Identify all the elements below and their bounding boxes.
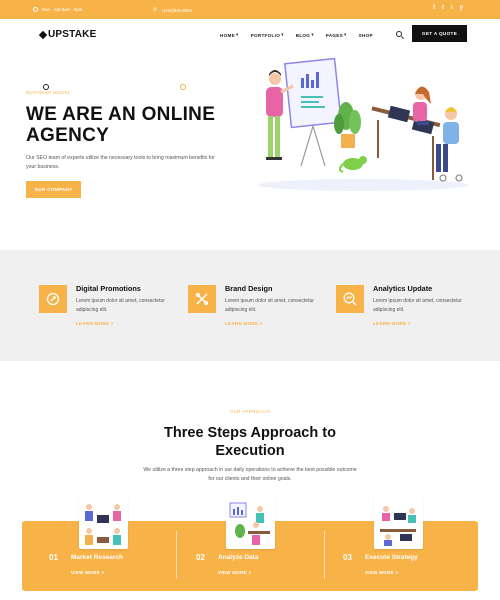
hours-text: Mon - Sat 8am - 8pm <box>42 7 83 12</box>
chevron-down-icon: ▾ <box>311 32 314 37</box>
nav-item-portfolio[interactable]: PORTFOLIO ▾ <box>251 32 284 38</box>
get-quote-button[interactable]: GET A QUOTE <box>412 25 467 42</box>
view-more-link[interactable]: VIEW MORE > <box>365 570 398 575</box>
step-title: Market Research <box>71 554 124 561</box>
feature-text: Lorem ipsum dolor sit amet, consectetur … <box>225 298 314 313</box>
hero-title: WE ARE AN ONLINE AGENCY <box>26 104 216 146</box>
view-more-link[interactable]: VIEW MORE > <box>218 570 251 575</box>
site-logo[interactable]: UPSTAKE <box>38 29 97 40</box>
facebook-icon[interactable]: f <box>433 5 435 11</box>
learn-more-link[interactable]: LEARN MORE > <box>76 321 114 326</box>
features-section: Digital Promotions Lorem ipsum dolor sit… <box>0 250 500 361</box>
execute-strategy-illustration <box>374 497 423 549</box>
business-hours: Mon - Sat 8am - 8pm <box>33 7 82 12</box>
approach-title: Three Steps Approach to Execution <box>164 425 336 459</box>
approach-eyebrow: OUR APPROACH <box>229 409 271 414</box>
worker-woman-figure <box>413 86 431 125</box>
nav-label: PAGES <box>325 32 344 38</box>
phone-icon: ✆ <box>153 7 158 13</box>
megaphone-icon <box>39 285 67 313</box>
nav-item-blog[interactable]: BLOG ▾ <box>296 32 314 38</box>
hero-description: Our SEO team of experts utilize the nece… <box>26 155 215 170</box>
analyze-data-illustration <box>226 497 275 549</box>
youtube-icon[interactable]: y <box>460 5 463 11</box>
feature-text: Lorem ipsum dolor sit amet, consectetur … <box>373 298 462 313</box>
logo-mark-icon <box>38 30 48 39</box>
step-divider <box>324 531 325 579</box>
worker-man-figure <box>436 107 463 182</box>
decor-circle <box>180 84 186 90</box>
feature-title: Brand Design <box>225 284 273 293</box>
step-title: Analyze Data <box>218 554 259 561</box>
clock-icon <box>33 7 38 12</box>
chevron-down-icon: ▾ <box>344 32 347 37</box>
nav-item-shop[interactable]: SHOP <box>359 32 373 38</box>
presentation-board <box>283 58 343 167</box>
learn-more-link[interactable]: LEARN MORE > <box>225 321 263 326</box>
hero-eyebrow: BUSINESS MODEL <box>26 90 71 95</box>
chevron-down-icon: ▾ <box>281 32 284 37</box>
learn-more-link[interactable]: LEARN MORE > <box>373 321 411 326</box>
step-divider <box>176 531 177 579</box>
our-company-button[interactable]: OUR COMPANY <box>26 181 81 198</box>
nav-item-pages[interactable]: PAGES ▾ <box>326 32 347 38</box>
nav-label: HOME <box>220 32 235 38</box>
desk-figure <box>371 105 441 180</box>
nav-label: BLOG <box>295 32 311 38</box>
design-tools-icon <box>188 285 216 313</box>
search-icon[interactable] <box>396 31 402 37</box>
top-bar: Mon - Sat 8am - 8pm ✆ +(234)815-8084 f t… <box>0 0 500 19</box>
step-title: Execute Strategy <box>365 554 418 561</box>
chameleon-figure <box>339 156 367 173</box>
instagram-icon[interactable]: i <box>451 5 453 11</box>
step-number: 02 <box>196 553 205 562</box>
phone-text: +(234)815-8084 <box>161 7 192 13</box>
feature-text: Lorem ipsum dolor sit amet, consectetur … <box>76 298 165 313</box>
hero-illustration <box>258 58 468 191</box>
feature-title: Digital Promotions <box>76 284 141 293</box>
site-header: UPSTAKE HOME ▾ PORTFOLIO ▾ BLOG ▾ PAGES ▾ SH… <box>0 19 500 51</box>
analytics-icon <box>336 285 364 313</box>
nav-label: PORTFOLIO <box>250 32 281 38</box>
feature-title: Analytics Update <box>373 284 433 293</box>
phone-contact[interactable]: ✆ +(234)815-8084 <box>153 7 192 13</box>
chevron-down-icon: ▾ <box>235 32 239 37</box>
social-links: f t i y <box>433 5 463 11</box>
logo-text: UPSTAKE <box>48 29 97 40</box>
twitter-icon[interactable]: t <box>442 5 444 11</box>
market-research-illustration <box>79 497 128 549</box>
step-number: 03 <box>343 553 352 562</box>
nav-label: SHOP <box>358 32 373 38</box>
nav-item-home[interactable]: HOME ▾ <box>220 32 239 38</box>
step-number: 01 <box>49 553 58 562</box>
main-nav: HOME ▾ PORTFOLIO ▾ BLOG ▾ PAGES ▾ SHOP <box>220 32 373 38</box>
view-more-link[interactable]: VIEW MORE > <box>71 570 104 575</box>
approach-description: We utilize a three step approach in our … <box>143 467 357 482</box>
